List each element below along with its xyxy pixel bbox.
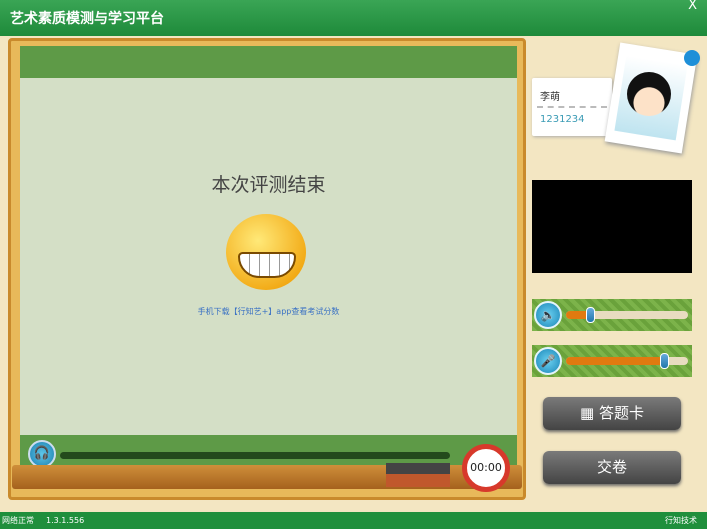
volume-slider[interactable]: 🔈	[532, 299, 692, 331]
status-bar: 网络正常 1.3.1.556 行知技术	[0, 512, 707, 529]
answer-card-icon: ▦	[580, 404, 599, 422]
microphone-icon[interactable]: 🎤	[534, 347, 562, 375]
user-id: 1231234	[540, 114, 585, 125]
audio-progress[interactable]	[60, 452, 450, 459]
headphone-icon[interactable]: 🎧	[28, 440, 56, 468]
version: 1.3.1.556	[46, 516, 85, 525]
video-preview	[532, 180, 692, 273]
network-status: 网络正常	[2, 516, 34, 525]
mic-slider[interactable]: 🎤	[532, 345, 692, 377]
mic-fill	[566, 357, 664, 365]
timer-clock: 00:00	[462, 444, 510, 492]
app-title: 艺术素质模测与学习平台	[10, 11, 164, 27]
mic-knob[interactable]	[659, 353, 669, 369]
user-name: 李萌	[540, 92, 560, 103]
answer-card-button[interactable]: ▦ 答题卡	[543, 397, 681, 430]
board-header	[20, 46, 517, 78]
app-download-hint: 手机下载【行知艺+】app查看考试分数	[197, 307, 340, 316]
divider	[537, 106, 607, 108]
submit-button[interactable]: 交卷	[543, 451, 681, 484]
speaker-icon[interactable]: 🔈	[534, 301, 562, 329]
audio-bar	[20, 435, 517, 465]
pin-icon	[684, 50, 700, 66]
avatar	[627, 72, 671, 116]
brand-logo: 行知技术	[665, 516, 697, 525]
eraser-icon	[386, 463, 450, 487]
end-message: 本次评测结束	[211, 174, 326, 196]
volume-knob[interactable]	[586, 307, 596, 323]
close-button[interactable]: X	[688, 0, 697, 13]
